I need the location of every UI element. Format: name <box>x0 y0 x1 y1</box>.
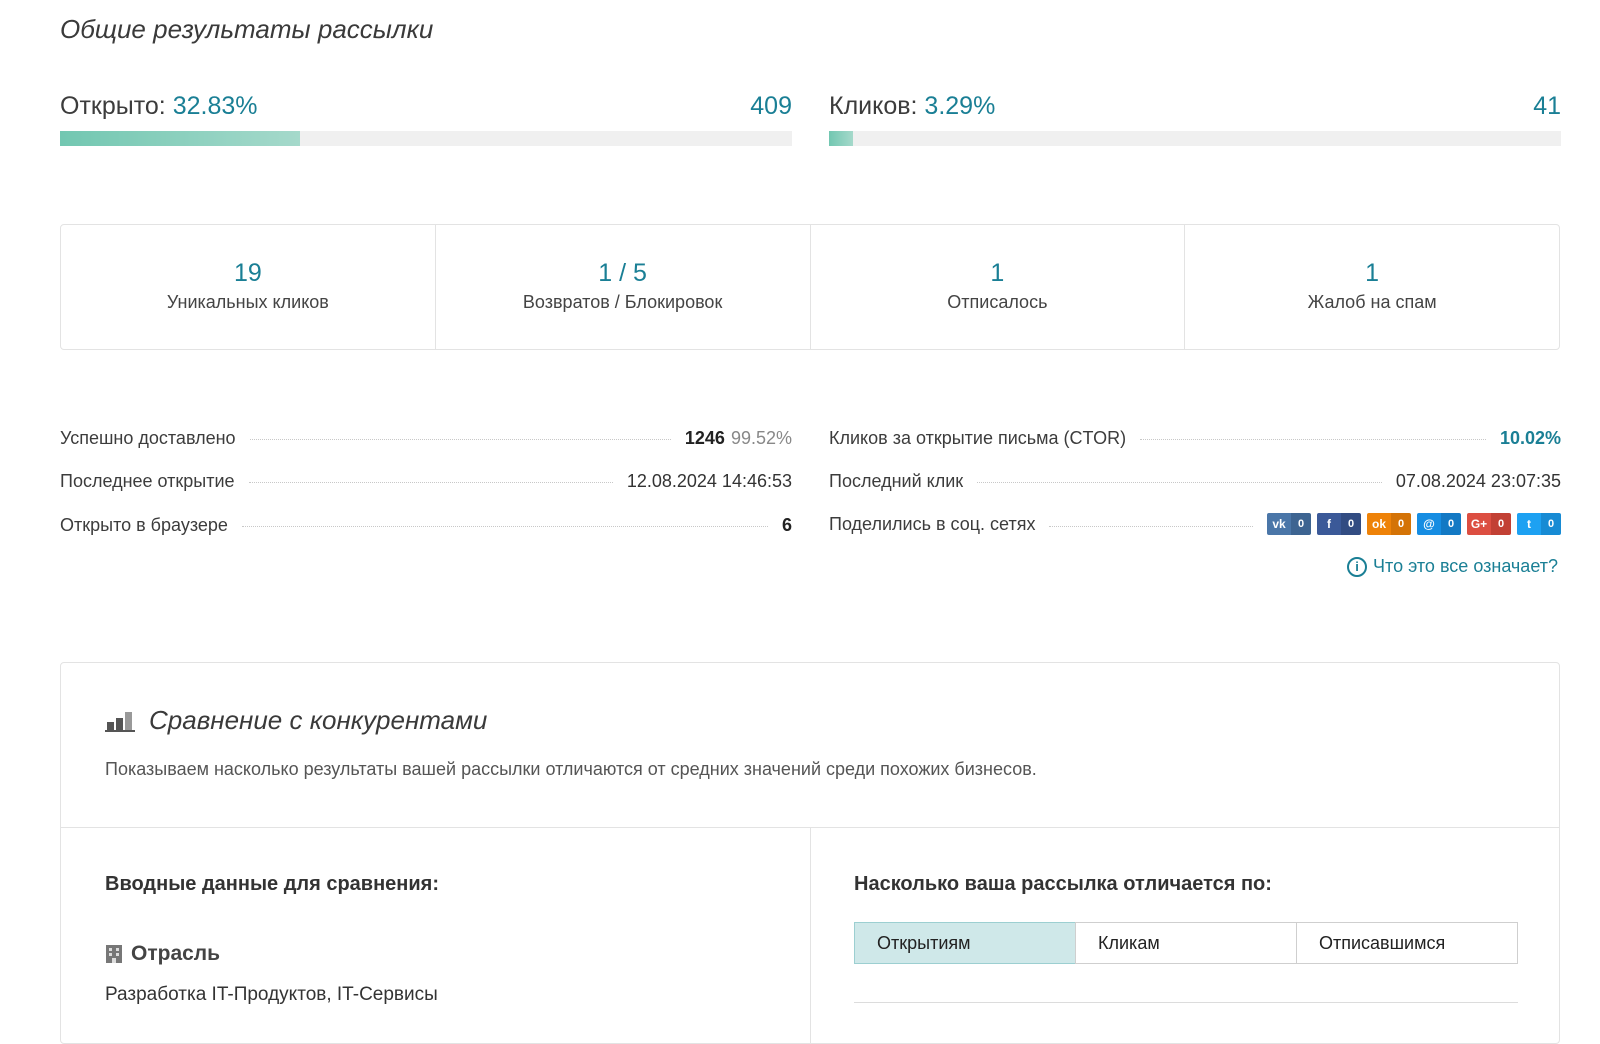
section-title: Общие результаты рассылки <box>60 14 434 44</box>
twitter-icon: t <box>1517 513 1541 535</box>
myworld-icon: @ <box>1417 513 1441 535</box>
shared-label: Поделились в соц. сетях <box>829 513 1036 534</box>
opens-percent: 32.83% <box>172 92 258 120</box>
ctor-row: Кликов за открытие письма (CTOR) 10.02% <box>829 428 1561 449</box>
myworld-share-badge[interactable]: @0 <box>1417 513 1461 535</box>
opens-label-text: Открыто: <box>60 92 166 120</box>
vk-icon: vk <box>1267 513 1291 535</box>
stat-unsubscribed: 1 Отписалось <box>809 225 1185 349</box>
share-count: 0 <box>1491 513 1511 535</box>
dotted-leader <box>248 482 613 483</box>
opens-progress-track <box>60 131 792 146</box>
industry-value: Разработка IT-Продуктов, IT-Сервисы <box>105 984 438 1005</box>
dotted-leader <box>1049 525 1253 527</box>
ctor-label: Кликов за открытие письма (CTOR) <box>829 428 1127 448</box>
opens-progress: Открыто: 32.83% 409 <box>60 92 792 146</box>
help-link-text: Что это все означает? <box>1373 556 1558 576</box>
delivered-row: Успешно доставлено 1246 99.52% <box>60 428 792 449</box>
divider <box>810 827 811 1043</box>
stat-value: 1 <box>990 259 1005 287</box>
clicks-label-text: Кликов: <box>829 92 918 120</box>
last-click-row: Последний клик 07.08.2024 23:07:35 <box>829 471 1561 492</box>
stat-label: Уникальных кликов <box>166 292 329 312</box>
bar-chart-icon <box>105 711 135 732</box>
industry-label: Отрасль <box>105 942 439 966</box>
stat-label: Возвратов / Блокировок <box>522 292 723 312</box>
ctor-value: 10.02% <box>1499 428 1561 448</box>
opens-count: 409 <box>750 92 792 120</box>
comparison-description: Показываем насколько результаты вашей ра… <box>105 759 1037 779</box>
comparison-header: Сравнение с конкурентами <box>105 705 487 736</box>
stat-unique-clicks: 19 Уникальных кликов <box>61 225 435 349</box>
clicks-progress-fill <box>829 131 854 146</box>
stat-value: 19 <box>233 259 262 287</box>
tab-opens[interactable]: Открытиям <box>854 922 1076 964</box>
comparison-diff: Насколько ваша рассылка отличается по: О… <box>854 873 1518 1003</box>
delivered-value-group: 1246 99.52% <box>685 428 792 449</box>
clicks-progress-track <box>829 131 1561 146</box>
delivered-percent: 99.52% <box>730 428 792 448</box>
shared-row: Поделились в соц. сетях vk 0 f 0 ok 0 @0 G+ 0 t 0 <box>829 513 1561 535</box>
stat-label: Отписалось <box>947 292 1048 312</box>
stat-value: 1 <box>1365 259 1380 287</box>
comparison-tabs: Открытиям Кликам Отписавшимся <box>854 922 1518 964</box>
comparison-inputs-title: Вводные данные для сравнения: <box>105 873 439 895</box>
share-count: 0 <box>1441 513 1461 535</box>
googleplus-icon: G+ <box>1467 513 1491 535</box>
googleplus-share-badge[interactable]: G+ 0 <box>1467 513 1511 535</box>
social-shares: vk 0 f 0 ok 0 @0 G+ 0 t 0 <box>1267 513 1561 535</box>
dotted-leader <box>249 439 671 440</box>
industry-label-text: Отрасль <box>131 942 221 965</box>
browser-opens-label: Открыто в браузере <box>60 515 228 535</box>
share-count: 0 <box>1391 513 1411 535</box>
tab-clicks[interactable]: Кликам <box>1075 922 1297 964</box>
vk-share-badge[interactable]: vk 0 <box>1267 513 1311 535</box>
browser-opens-row: Открыто в браузере 6 <box>60 515 792 536</box>
comparison-panel: Сравнение с конкурентами Показываем наск… <box>60 662 1560 1044</box>
clicks-count: 41 <box>1533 92 1561 120</box>
last-click-label: Последний клик <box>829 471 964 491</box>
odnoklassniki-share-badge[interactable]: ok 0 <box>1367 513 1411 535</box>
dotted-leader <box>1140 439 1486 440</box>
help-link[interactable]: i Что это все означает? <box>1347 556 1558 577</box>
last-open-value: 12.08.2024 14:46:53 <box>626 471 792 491</box>
opens-label: Открыто: 32.83% <box>60 92 257 121</box>
share-count: 0 <box>1291 513 1311 535</box>
dotted-leader <box>977 482 1382 483</box>
stats-panel: 19 Уникальных кликов 1 / 5 Возвратов / Б… <box>60 224 1560 350</box>
twitter-share-badge[interactable]: t0 <box>1517 513 1561 535</box>
stat-value: 1 / 5 <box>598 259 647 287</box>
last-open-row: Последнее открытие 12.08.2024 14:46:53 <box>60 471 792 492</box>
last-open-label: Последнее открытие <box>60 471 235 491</box>
share-count: 0 <box>1541 513 1561 535</box>
stat-bounces: 1 / 5 Возвратов / Блокировок <box>434 225 810 349</box>
facebook-icon: f <box>1317 513 1341 535</box>
clicks-label: Кликов: 3.29% <box>829 92 995 121</box>
comparison-title: Сравнение с конкурентами <box>149 705 488 735</box>
browser-opens-value: 6 <box>781 515 792 535</box>
comparison-diff-title: Насколько ваша рассылка отличается по: <box>854 873 1272 895</box>
facebook-share-badge[interactable]: f0 <box>1317 513 1361 535</box>
divider <box>854 1002 1518 1003</box>
delivered-value: 1246 <box>684 428 725 448</box>
industry-extra-cut <box>105 1020 439 1032</box>
last-click-value: 07.08.2024 23:07:35 <box>1395 471 1561 491</box>
odnoklassniki-icon: ok <box>1367 513 1391 535</box>
browser-opens-value-wrap: 6 <box>782 515 792 536</box>
comparison-inputs: Вводные данные для сравнения: Отрасль Ра… <box>105 873 439 1032</box>
info-icon: i <box>1347 556 1368 577</box>
opens-progress-fill <box>60 131 301 146</box>
building-icon <box>106 945 122 963</box>
dotted-leader <box>241 526 768 527</box>
delivered-label: Успешно доставлено <box>60 428 236 448</box>
tab-unsubscribed[interactable]: Отписавшимся <box>1296 922 1518 964</box>
stat-spam-complaints: 1 Жалоб на спам <box>1184 225 1559 349</box>
clicks-progress: Кликов: 3.29% 41 <box>829 92 1561 146</box>
stat-label: Жалоб на спам <box>1307 292 1437 312</box>
share-count: 0 <box>1341 513 1361 535</box>
clicks-percent: 3.29% <box>924 92 996 120</box>
